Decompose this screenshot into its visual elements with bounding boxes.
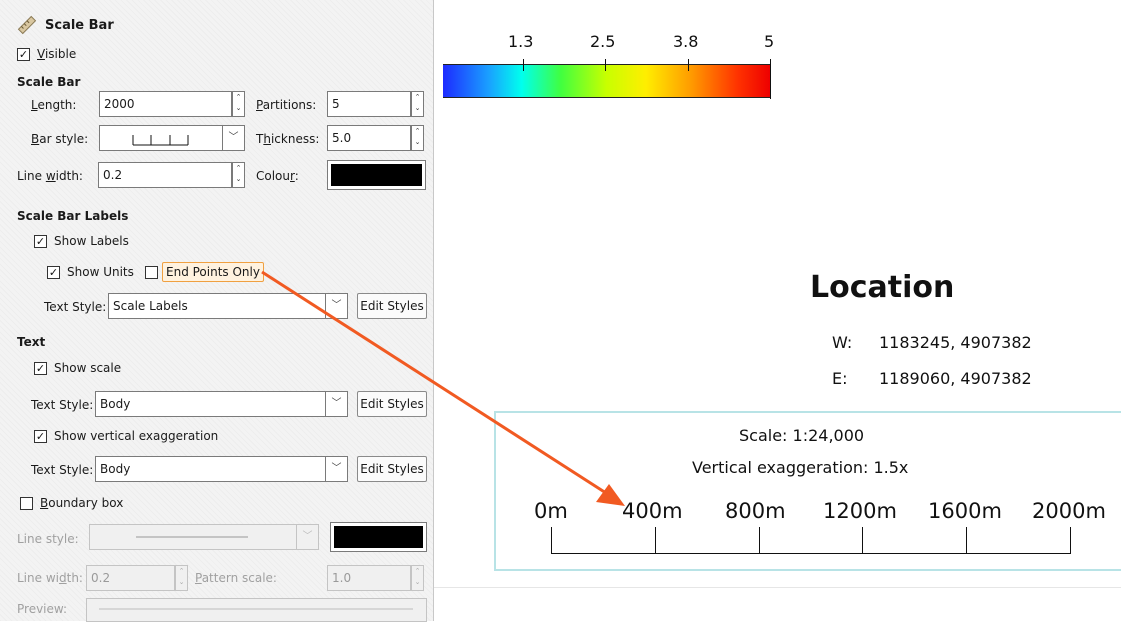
vert-edit-styles-button[interactable]: Edit Styles bbox=[357, 456, 427, 482]
line-width-spinner[interactable]: ⌃ ⌄ bbox=[232, 162, 245, 188]
vert-text-style-label: Text Style: bbox=[31, 463, 94, 477]
labels-text-style-dropdown[interactable]: Scale Labels bbox=[108, 293, 326, 319]
vert-exag-text: Vertical exaggeration: 1.5x bbox=[692, 458, 909, 477]
labels-text-style-label: Text Style: bbox=[44, 300, 107, 314]
legend-tick-label: 3.8 bbox=[673, 32, 699, 51]
scale-bar-tick bbox=[551, 527, 552, 554]
scale-label: 800m bbox=[725, 499, 786, 523]
length-field[interactable]: 2000 bbox=[99, 91, 232, 117]
scale-bar-baseline bbox=[551, 553, 1071, 554]
thickness-field[interactable]: 5.0 bbox=[327, 125, 411, 151]
line-style-label: Line style: bbox=[17, 532, 79, 546]
legend-tick-label: 5 bbox=[764, 32, 775, 51]
coord-value-e: 1189060, 4907382 bbox=[879, 369, 1032, 388]
scale-bar-tick bbox=[1070, 527, 1071, 554]
show-vert-exag-checkbox[interactable]: ✓ bbox=[34, 430, 47, 443]
ruler-icon bbox=[17, 15, 37, 35]
line-width-field[interactable]: 0.2 bbox=[98, 162, 232, 188]
pattern-scale-spinner[interactable]: ⌃ ⌄ bbox=[411, 565, 424, 591]
scale-bar-section-heading: Scale Bar bbox=[17, 75, 81, 89]
legend-tick bbox=[688, 59, 689, 71]
chevron-down-icon[interactable]: ﹀ bbox=[326, 293, 348, 319]
partitions-field[interactable]: 5 bbox=[327, 91, 411, 117]
partitions-label: Partitions: bbox=[256, 98, 317, 112]
scale-label: 2000m bbox=[1032, 499, 1106, 523]
scale-bar-tick bbox=[655, 527, 656, 554]
chevron-down-icon[interactable]: ﹀ bbox=[326, 391, 348, 417]
scale-label: 1600m bbox=[928, 499, 1002, 523]
colour-label: Colour: bbox=[256, 169, 299, 183]
scale-label: 400m bbox=[622, 499, 683, 523]
coord-label-e: E: bbox=[832, 369, 848, 388]
show-units-label: Show Units bbox=[67, 265, 134, 279]
page-edge bbox=[434, 587, 1121, 588]
bb-line-width-label: Line width: bbox=[17, 571, 83, 585]
coord-label-w: W: bbox=[832, 333, 853, 352]
legend-tick bbox=[770, 59, 771, 99]
show-vert-exag-label: Show vertical exaggeration bbox=[54, 429, 219, 443]
show-labels-label: Show Labels bbox=[54, 234, 129, 248]
end-points-only-checkbox[interactable] bbox=[145, 266, 158, 279]
scale-bar-tick bbox=[966, 527, 967, 554]
length-spinner[interactable]: ⌃ ⌄ bbox=[232, 91, 245, 117]
legend-tick-label: 2.5 bbox=[590, 32, 616, 51]
text-section-heading: Text bbox=[17, 335, 46, 349]
visible-checkbox[interactable]: ✓ bbox=[17, 48, 30, 61]
panel-title: Scale Bar bbox=[45, 18, 114, 33]
preview-label: Preview: bbox=[17, 602, 68, 616]
show-scale-label: Show scale bbox=[54, 361, 122, 375]
labels-edit-styles-button[interactable]: Edit Styles bbox=[357, 293, 427, 319]
scale-bar-tick bbox=[862, 527, 863, 554]
line-width-label: Line width: bbox=[17, 169, 83, 183]
location-title: Location bbox=[810, 270, 955, 305]
vert-text-style-dropdown[interactable]: Body bbox=[95, 456, 326, 482]
bb-line-width-spinner[interactable]: ⌃ ⌄ bbox=[175, 565, 188, 591]
thickness-label: Thickness: bbox=[256, 132, 320, 146]
scale-edit-styles-button[interactable]: Edit Styles bbox=[357, 391, 427, 417]
show-scale-checkbox[interactable]: ✓ bbox=[34, 362, 47, 375]
line-style-preview-icon bbox=[136, 536, 248, 538]
length-label: Length: bbox=[31, 98, 77, 112]
bar-style-dropdown[interactable] bbox=[99, 125, 223, 151]
scale-label: 1200m bbox=[823, 499, 897, 523]
boundary-box-checkbox[interactable] bbox=[20, 497, 33, 510]
partitions-spinner[interactable]: ⌃ ⌄ bbox=[411, 91, 424, 117]
colour-swatch[interactable] bbox=[327, 160, 426, 190]
thickness-spinner[interactable]: ⌃ ⌄ bbox=[411, 125, 424, 151]
boundary-colour-swatch[interactable] bbox=[330, 522, 427, 552]
scale-text: Scale: 1:24,000 bbox=[739, 426, 865, 445]
show-labels-checkbox[interactable]: ✓ bbox=[34, 235, 47, 248]
chevron-down-icon[interactable]: ﹀ bbox=[326, 456, 348, 482]
scale-text-style-dropdown[interactable]: Body bbox=[95, 391, 326, 417]
show-units-checkbox[interactable]: ✓ bbox=[47, 266, 60, 279]
legend-tick bbox=[605, 59, 606, 71]
line-style-dropdown[interactable] bbox=[89, 524, 297, 550]
coord-value-w: 1183245, 4907382 bbox=[879, 333, 1032, 352]
legend-tick-label: 1.3 bbox=[508, 32, 534, 51]
bar-style-label: Bar style: bbox=[31, 132, 89, 146]
boundary-box-label: Boundary box bbox=[40, 496, 124, 510]
pattern-scale-label: Pattern scale: bbox=[195, 571, 277, 585]
chevron-down-icon[interactable]: ﹀ bbox=[297, 524, 319, 550]
color-legend-bar bbox=[443, 64, 771, 98]
chevron-down-icon[interactable]: ﹀ bbox=[223, 125, 245, 151]
scale-label: 0m bbox=[534, 499, 568, 523]
legend-tick bbox=[523, 59, 524, 71]
preview-box bbox=[86, 598, 427, 622]
scale-bar-tick bbox=[759, 527, 760, 554]
end-points-only-label: End Points Only bbox=[162, 262, 264, 282]
bar-style-preview-icon bbox=[132, 135, 189, 146]
visible-label: Visible bbox=[37, 47, 77, 61]
scale-bar-properties-panel: Scale Bar ✓ Visible Scale Bar Length: 20… bbox=[0, 0, 434, 622]
pattern-scale-field[interactable]: 1.0 bbox=[327, 565, 411, 591]
scale-text-style-label: Text Style: bbox=[31, 398, 94, 412]
bb-line-width-field[interactable]: 0.2 bbox=[86, 565, 175, 591]
labels-section-heading: Scale Bar Labels bbox=[17, 209, 129, 223]
